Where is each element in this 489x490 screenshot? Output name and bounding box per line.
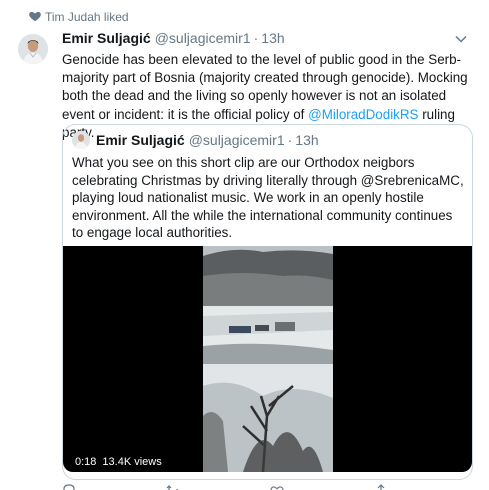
share-icon[interactable]: [374, 484, 388, 490]
social-context: Tim Judah liked: [29, 9, 129, 25]
quoted-tweet-text: What you see on this short clip are our …: [72, 155, 464, 241]
tweet-timestamp[interactable]: 13h: [261, 30, 284, 46]
author-avatar[interactable]: [18, 34, 48, 64]
video-info-badge: 0:18 13.4K views: [69, 453, 168, 471]
quoted-tweet-timestamp: 13h: [295, 132, 319, 148]
video-frame: [203, 246, 333, 472]
quoted-author-handle: @suljagicemir1: [188, 132, 285, 148]
quoted-tweet[interactable]: Emir Suljagić @suljagicemir1 · 13h What …: [62, 124, 473, 480]
video-duration: 0:18: [75, 456, 97, 468]
quoted-author-avatar: [72, 131, 90, 149]
quoted-tweet-header: Emir Suljagić @suljagicemir1 · 13h: [72, 131, 319, 149]
quoted-header-separator: ·: [287, 132, 293, 148]
tweet-header: Emir Suljagić @suljagicemir1 · 13h: [62, 30, 469, 48]
video-views: 13.4K views: [102, 456, 162, 468]
reply-icon[interactable]: [62, 484, 76, 490]
header-separator: ·: [253, 30, 259, 46]
quoted-author-name: Emir Suljagić: [96, 132, 185, 148]
chevron-down-icon[interactable]: [455, 34, 467, 44]
video-player[interactable]: 0:18 13.4K views: [63, 246, 472, 472]
social-context-label: Tim Judah liked: [45, 10, 129, 24]
retweet-icon[interactable]: [166, 484, 180, 490]
heart-icon: [29, 11, 41, 22]
like-icon[interactable]: [270, 484, 284, 490]
mention-link[interactable]: @MiloradDodikRS: [308, 107, 418, 122]
author-handle[interactable]: @suljagicemir1: [155, 30, 251, 46]
tweet-actions: [62, 484, 388, 490]
author-name[interactable]: Emir Suljagić: [62, 30, 151, 46]
